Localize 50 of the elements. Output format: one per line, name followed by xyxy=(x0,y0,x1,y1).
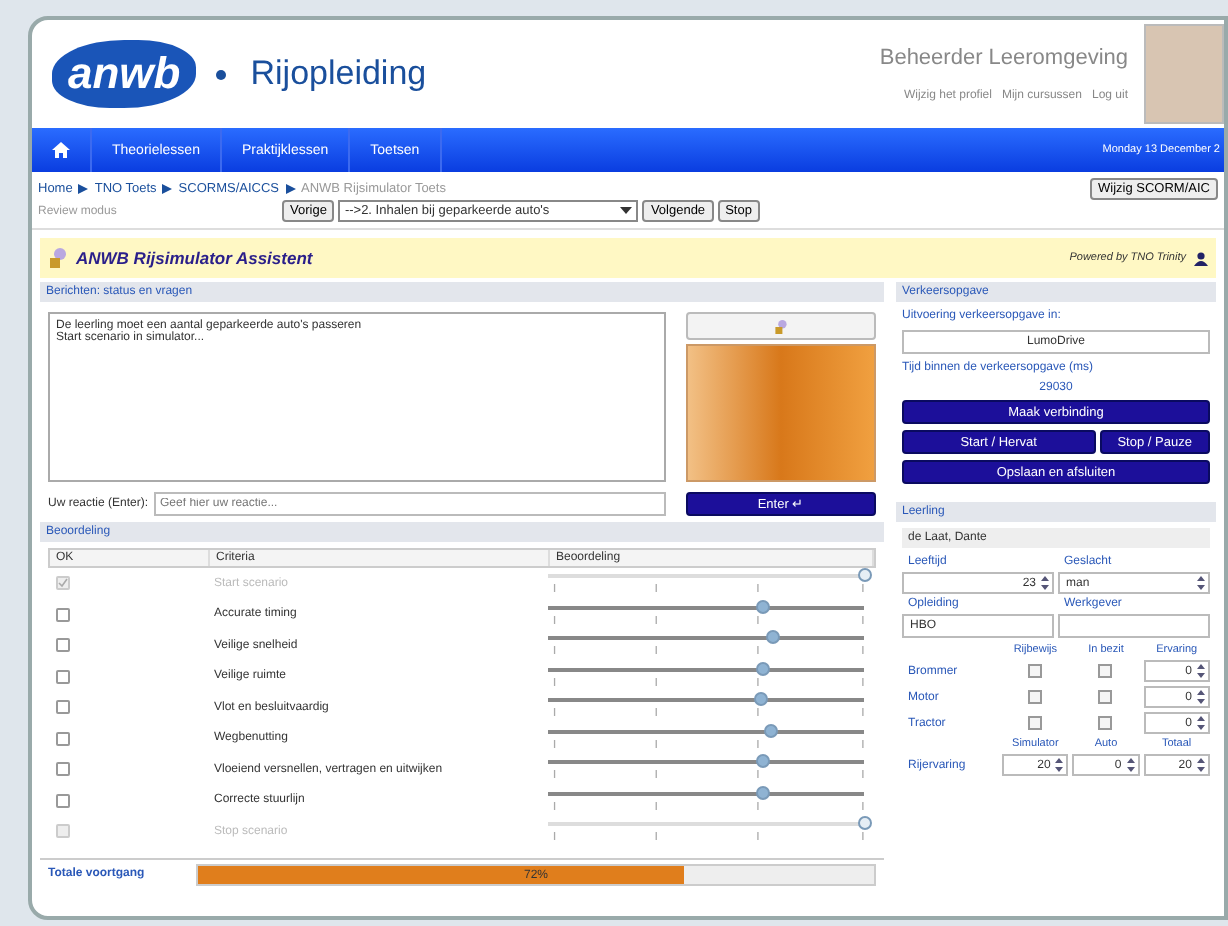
spinner-arrows-icon[interactable] xyxy=(1040,574,1050,592)
rating-slider[interactable] xyxy=(548,698,864,703)
slider-thumb[interactable] xyxy=(753,692,768,707)
slider-thumb[interactable] xyxy=(756,754,771,769)
spinner-arrows-icon[interactable] xyxy=(1195,714,1206,732)
slider-thumb[interactable] xyxy=(756,785,771,800)
spinner-arrows-icon[interactable] xyxy=(1195,662,1206,680)
slider-thumb[interactable] xyxy=(766,630,781,645)
person-icon xyxy=(1194,251,1208,265)
ok-checkbox[interactable] xyxy=(56,762,70,777)
license-checkbox[interactable] xyxy=(1028,664,1043,678)
rating-slider[interactable] xyxy=(548,636,864,641)
assistant-title: ANWB Rijsimulator Assistent xyxy=(76,248,313,268)
employer-field[interactable] xyxy=(1058,614,1210,638)
ok-checkbox[interactable] xyxy=(56,607,70,622)
rating-slider[interactable] xyxy=(548,667,864,672)
spinner-arrows-icon[interactable] xyxy=(1125,756,1136,774)
assistant-icon xyxy=(774,319,788,333)
slider-thumb[interactable] xyxy=(756,661,771,676)
owned-checkbox[interactable] xyxy=(1098,690,1113,704)
assistant-button[interactable] xyxy=(686,312,876,340)
assistant-icon xyxy=(48,248,68,268)
separator-icon xyxy=(162,184,173,194)
ok-checkbox[interactable] xyxy=(56,731,70,746)
ok-checkbox[interactable] xyxy=(56,669,70,684)
spinner-arrows-icon[interactable] xyxy=(1195,688,1206,706)
license-checkbox[interactable] xyxy=(1028,690,1043,704)
photo-placeholder xyxy=(1144,24,1224,124)
user-name: Beheerder Leeromgeving xyxy=(879,46,1128,70)
rating-slider[interactable] xyxy=(548,605,864,610)
owned-checkbox[interactable] xyxy=(1098,716,1113,730)
license-checkbox[interactable] xyxy=(1028,716,1043,730)
ok-checkbox[interactable] xyxy=(56,700,70,715)
ok-checkbox[interactable] xyxy=(56,638,70,653)
owned-checkbox[interactable] xyxy=(1098,664,1113,678)
spinner-arrows-icon[interactable] xyxy=(1195,756,1206,774)
rating-slider[interactable] xyxy=(548,791,864,796)
dot-icon xyxy=(216,69,227,79)
site-title: Rijopleiding xyxy=(250,54,427,94)
spinner-arrows-icon[interactable] xyxy=(1196,574,1206,592)
separator-icon xyxy=(78,184,89,194)
ok-checkbox[interactable] xyxy=(56,793,70,808)
slider-thumb[interactable] xyxy=(756,599,771,614)
slider-thumb[interactable] xyxy=(763,723,778,738)
spinner-arrows-icon[interactable] xyxy=(1054,756,1065,774)
dropdown-caret-icon xyxy=(620,204,633,216)
rating-slider[interactable] xyxy=(548,729,864,734)
separator-icon xyxy=(285,184,295,194)
rating-slider[interactable] xyxy=(548,760,864,765)
logo: anwb xyxy=(52,40,197,108)
